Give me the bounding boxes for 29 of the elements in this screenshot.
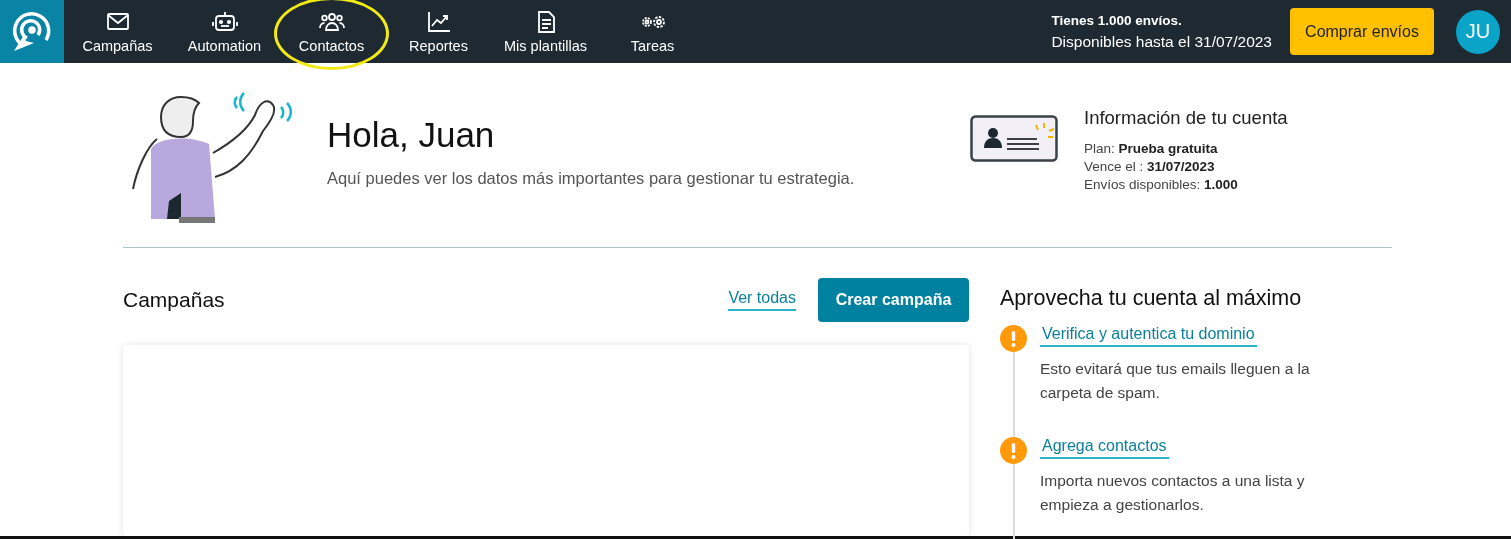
- greeting-title: Hola, Juan: [327, 115, 496, 155]
- buy-sends-button[interactable]: Comprar envíos: [1290, 8, 1434, 55]
- see-all-link[interactable]: Ver todas: [728, 289, 796, 311]
- account-info-line: Plan: Prueba gratuita: [1084, 141, 1219, 156]
- account-info-line: Envíos disponibles: 1.000: [1084, 177, 1239, 192]
- warning-icon: [1000, 325, 1027, 352]
- nav-item[interactable]: Mis plantillas: [492, 0, 599, 63]
- robot-icon: [211, 9, 238, 34]
- tip-description: Importa nuevos contactos a una lista y empieza a gestionarlos.: [1040, 471, 1306, 515]
- quota-expiry: Disponibles hasta el 31/07/2023: [1051, 32, 1272, 51]
- create-campaign-button[interactable]: Crear campaña: [818, 278, 969, 322]
- warning-icon: [1000, 437, 1027, 464]
- tip-description: Esto evitará que tus emails lleguen a la carpeta de spam.: [1040, 359, 1311, 403]
- nav-item[interactable]: Campañas: [64, 0, 171, 63]
- logo-tile[interactable]: [0, 0, 64, 63]
- chart-icon: [425, 9, 452, 34]
- id-card-icon: [970, 115, 1060, 163]
- greeting-subtitle: Aquí puedes ver los datos más importantes para gestionar tu estrategia.: [327, 169, 855, 188]
- campaigns-title: Campañas: [123, 288, 225, 312]
- account-info-title: Información de tu cuenta: [1084, 107, 1288, 129]
- account-info-line: Vence el : 31/07/2023: [1084, 159, 1216, 174]
- nav-item[interactable]: Reportes: [385, 0, 492, 63]
- tip-link[interactable]: Verifica y autentica tu dominio: [1040, 325, 1257, 347]
- tip-link[interactable]: Agrega contactos: [1040, 437, 1169, 459]
- tips-title: Aprovecha tu cuenta al máximo: [1000, 286, 1303, 311]
- nav-item[interactable]: Contactos: [278, 0, 385, 63]
- quota-title: Tienes 1.000 envíos.: [1051, 12, 1183, 28]
- nav-item[interactable]: Automation: [171, 0, 278, 63]
- nav-item[interactable]: Tareas: [599, 0, 706, 63]
